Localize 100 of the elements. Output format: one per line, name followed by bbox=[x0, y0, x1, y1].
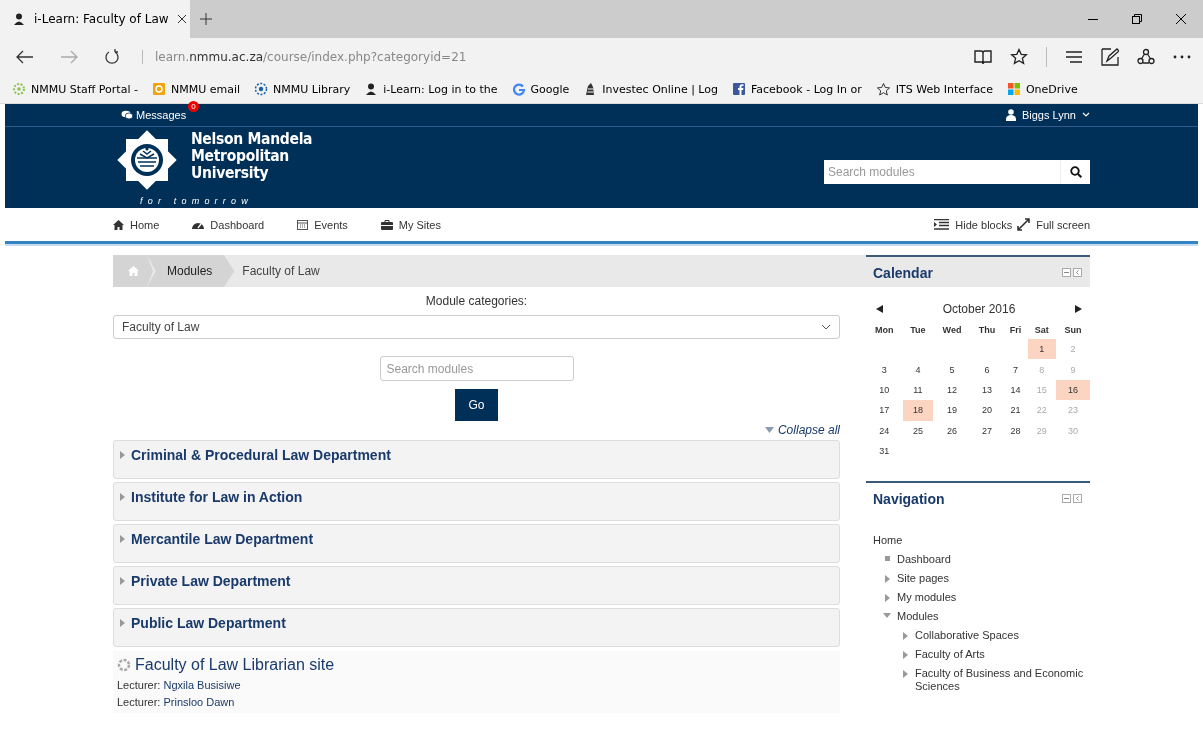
breadcrumb-link[interactable]: Modules bbox=[147, 255, 235, 287]
person-icon[interactable] bbox=[364, 82, 379, 96]
triangle-right-icon[interactable] bbox=[884, 594, 890, 603]
breadcrumb-current: Faculty of Law bbox=[241, 264, 320, 278]
star-icon[interactable] bbox=[1010, 47, 1028, 66]
dock-block-icon[interactable] bbox=[1073, 268, 1082, 277]
go-button[interactable]: Go bbox=[455, 389, 498, 421]
triangle-right-icon[interactable] bbox=[902, 632, 908, 641]
category-link[interactable]: Private Law Department bbox=[131, 573, 291, 589]
search-field[interactable]: Search modules bbox=[824, 159, 1060, 184]
category-dropdown[interactable]: Faculty of Law bbox=[113, 315, 840, 339]
calendar-day: 10 bbox=[866, 379, 903, 401]
calendar-day: 24 bbox=[866, 420, 903, 441]
pen-icon[interactable] bbox=[1101, 47, 1119, 66]
bookmark-link[interactable]: i-Learn: Log in to the bbox=[364, 82, 498, 96]
bookmark-link[interactable]: OneDrive bbox=[1006, 82, 1078, 96]
bookmark-link[interactable]: ITS Web Interface bbox=[875, 81, 993, 97]
target-icon[interactable] bbox=[254, 82, 269, 96]
weekday-header: Mon bbox=[874, 323, 895, 337]
search-field[interactable]: Search modules bbox=[379, 356, 574, 381]
calendar-day: 30 bbox=[1056, 420, 1090, 441]
weekday-header: Fri bbox=[1008, 323, 1023, 337]
nav-link[interactable]: My Sites bbox=[380, 218, 441, 231]
lecturer-link[interactable]: Prinsloo Dawn bbox=[163, 696, 235, 708]
triangle-right-icon[interactable] bbox=[120, 535, 125, 543]
calendar-day: 7 bbox=[1003, 359, 1028, 380]
triangle-right-icon[interactable] bbox=[120, 577, 125, 585]
bookmark-link[interactable]: Google bbox=[511, 82, 570, 96]
refresh-icon[interactable] bbox=[104, 48, 120, 65]
minimize-block-icon[interactable] bbox=[1062, 494, 1071, 504]
bookmark-link[interactable]: NMMU email bbox=[151, 82, 241, 96]
nav-link[interactable]: Home bbox=[113, 218, 160, 231]
close-icon[interactable] bbox=[1176, 14, 1186, 24]
bookmark-link[interactable]: Investec Online | Log bbox=[583, 82, 718, 96]
tree-item[interactable]: Collaborative Spaces bbox=[915, 629, 1019, 643]
minimize-block-icon[interactable] bbox=[1062, 268, 1071, 277]
bookmark-link[interactable]: Facebook - Log In or bbox=[732, 82, 862, 96]
triangle-down-icon[interactable] bbox=[883, 613, 891, 619]
lecturer-link[interactable]: Ngxila Busisiwe bbox=[163, 679, 241, 691]
category-link[interactable]: Criminal & Procedural Law Department bbox=[131, 447, 391, 463]
nav-link[interactable]: Dashboard bbox=[192, 218, 265, 231]
f-logo-icon[interactable] bbox=[732, 82, 746, 96]
category-link[interactable]: Public Law Department bbox=[131, 615, 286, 631]
category-link[interactable]: Institute for Law in Action bbox=[131, 489, 303, 505]
course-link[interactable]: Faculty of Law Librarian site bbox=[135, 656, 335, 674]
tree-item[interactable]: Site pages bbox=[897, 572, 949, 586]
chat-icon bbox=[121, 110, 133, 120]
bookmark-link[interactable]: NMMU Staff Portal - bbox=[12, 82, 138, 96]
tree-item[interactable]: Home bbox=[873, 534, 903, 548]
notification-badge: 0 bbox=[188, 101, 199, 112]
g-logo-icon[interactable] bbox=[511, 82, 526, 96]
search-button[interactable] bbox=[1060, 159, 1090, 184]
triangle-right-icon[interactable] bbox=[120, 619, 125, 627]
toolbar-link[interactable]: Full screen bbox=[1017, 218, 1090, 231]
user-icon bbox=[1005, 109, 1016, 121]
calendar-day: 21 bbox=[1003, 400, 1028, 421]
university-name: Nelson Mandela Metropolitan University bbox=[191, 129, 313, 182]
close-icon[interactable] bbox=[176, 14, 187, 24]
calendar-day: 12 bbox=[933, 379, 971, 401]
month-title: October 2016 bbox=[942, 302, 1016, 316]
triangle-right-icon[interactable] bbox=[120, 493, 125, 501]
share-icon[interactable] bbox=[1137, 47, 1155, 66]
calendar-day: 19 bbox=[933, 400, 971, 421]
calendar-day[interactable]: 1 bbox=[1027, 339, 1057, 360]
dock-block-icon[interactable] bbox=[1073, 494, 1082, 504]
tree-item[interactable]: Faculty of Arts bbox=[915, 648, 985, 662]
bullet-icon bbox=[884, 556, 890, 562]
triangle-right-icon[interactable] bbox=[120, 451, 125, 459]
calendar-day: 8 bbox=[1027, 359, 1057, 380]
lines-icon[interactable] bbox=[1065, 49, 1083, 64]
browser-tab[interactable]: i-Learn: Faculty of Law bbox=[0, 0, 190, 38]
nav-link[interactable]: Events bbox=[297, 218, 348, 231]
triangle-right-icon[interactable] bbox=[902, 651, 908, 660]
star-icon[interactable] bbox=[875, 81, 891, 97]
toolbar-link[interactable]: Hide blocks bbox=[934, 218, 1013, 231]
triangle-right-icon[interactable] bbox=[902, 670, 908, 679]
plus-icon[interactable] bbox=[200, 13, 212, 25]
user-menu[interactable]: Biggs Lynn bbox=[1005, 109, 1090, 121]
previous-month-icon[interactable] bbox=[876, 305, 883, 313]
tree-item[interactable]: Faculty of Business and Economic Sciences bbox=[915, 667, 1090, 694]
back-icon[interactable] bbox=[16, 49, 34, 64]
book-icon[interactable] bbox=[974, 48, 992, 65]
calendar-day: 28 bbox=[1003, 420, 1028, 441]
person-icon[interactable] bbox=[12, 12, 26, 26]
calendar-day: 3 bbox=[866, 359, 903, 380]
calendar-day[interactable]: 16 bbox=[1056, 379, 1090, 401]
bookmark-link[interactable]: NMMU Library bbox=[254, 82, 351, 96]
calendar-day[interactable]: 18 bbox=[902, 400, 934, 421]
tree-item[interactable]: My modules bbox=[897, 591, 957, 605]
restore-icon[interactable] bbox=[1132, 14, 1142, 24]
tree-item[interactable]: Modules bbox=[897, 610, 939, 624]
tree-item[interactable]: Dashboard bbox=[897, 553, 951, 567]
block-title: Calendar bbox=[873, 265, 933, 281]
category-link[interactable]: Mercantile Law Department bbox=[131, 531, 314, 547]
field-label: Module categories: bbox=[424, 294, 529, 308]
triangle-right-icon[interactable] bbox=[884, 575, 890, 584]
next-month-icon[interactable] bbox=[1075, 305, 1082, 313]
more-icon[interactable] bbox=[1173, 54, 1191, 59]
collapse-all-link[interactable]: Collapse all bbox=[764, 423, 840, 437]
windows-logo-icon[interactable] bbox=[1006, 82, 1021, 96]
